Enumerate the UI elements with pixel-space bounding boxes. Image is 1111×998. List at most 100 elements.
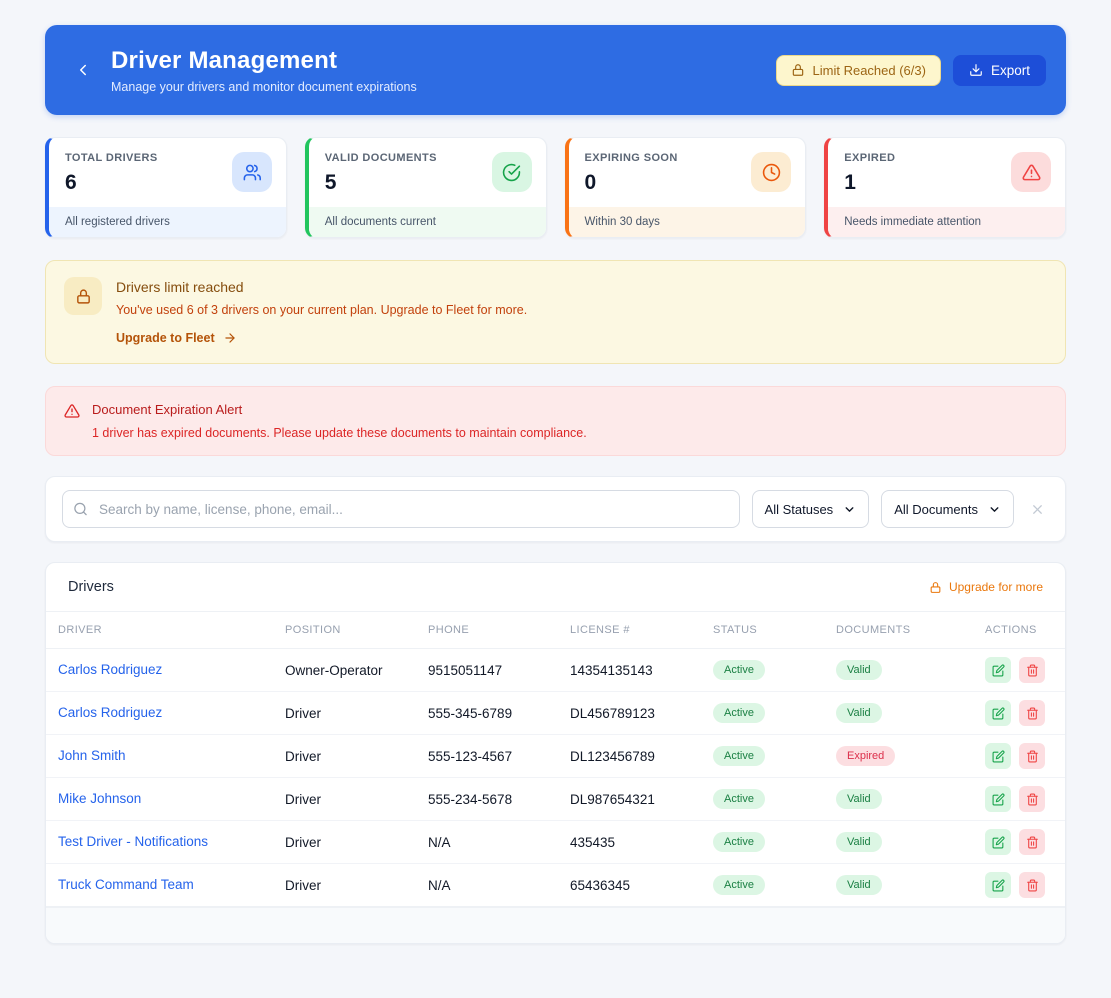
table-card-header: Drivers Upgrade for more — [46, 563, 1065, 612]
limit-reached-chip[interactable]: Limit Reached (6/3) — [776, 55, 941, 86]
chevron-down-icon — [843, 503, 856, 516]
driver-name-link[interactable]: Test Driver - Notifications — [58, 834, 208, 849]
driver-name-link[interactable]: Carlos Rodriguez — [58, 705, 162, 720]
actions-cell — [985, 657, 1053, 683]
search-input[interactable] — [62, 490, 740, 528]
trash-icon — [1026, 793, 1039, 806]
stat-label: EXPIRED — [844, 152, 895, 164]
edit-driver-button[interactable] — [985, 786, 1011, 812]
alert-title: Drivers limit reached — [116, 277, 527, 295]
table-rows: Carlos Rodriguez Owner-Operator 95150511… — [46, 649, 1065, 907]
edit-icon — [992, 664, 1005, 677]
status-badge: Active — [713, 832, 765, 852]
documents-badge: Valid — [836, 660, 882, 680]
license-cell: 14354135143 — [570, 663, 713, 678]
license-cell: DL987654321 — [570, 792, 713, 807]
upgrade-link-label: Upgrade to Fleet — [116, 331, 215, 345]
upgrade-to-fleet-link[interactable]: Upgrade to Fleet — [116, 331, 237, 345]
clear-filters-button[interactable] — [1026, 498, 1049, 521]
position-cell: Driver — [285, 749, 428, 764]
edit-driver-button[interactable] — [985, 872, 1011, 898]
status-badge: Active — [713, 703, 765, 723]
trash-icon — [1026, 879, 1039, 892]
lock-icon — [791, 63, 805, 77]
document-expiration-alert: Document Expiration Alert 1 driver has e… — [45, 386, 1066, 456]
stat-value: 1 — [844, 171, 895, 195]
drivers-limit-alert: Drivers limit reached You've used 6 of 3… — [45, 260, 1066, 364]
phone-cell: 9515051147 — [428, 663, 570, 678]
driver-name-link[interactable]: Truck Command Team — [58, 877, 194, 892]
page-subtitle: Manage your drivers and monitor document… — [111, 80, 776, 94]
driver-management-page: Driver Management Manage your drivers an… — [0, 0, 1111, 998]
driver-name-link[interactable]: Carlos Rodriguez — [58, 662, 162, 677]
position-cell: Driver — [285, 792, 428, 807]
stat-footer: All registered drivers — [49, 207, 286, 237]
alert-triangle-icon — [1011, 152, 1051, 192]
actions-cell — [985, 743, 1053, 769]
table-title: Drivers — [68, 579, 114, 595]
back-button[interactable] — [69, 56, 97, 84]
export-button[interactable]: Export — [953, 55, 1046, 86]
delete-driver-button[interactable] — [1019, 829, 1045, 855]
upgrade-for-more-label: Upgrade for more — [949, 580, 1043, 594]
driver-name-link[interactable]: John Smith — [58, 748, 126, 763]
column-header-driver: DRIVER — [58, 624, 285, 636]
search-icon — [73, 502, 88, 517]
document-filter-value: All Documents — [894, 502, 978, 517]
delete-driver-button[interactable] — [1019, 743, 1045, 769]
document-filter-select[interactable]: All Documents — [881, 490, 1014, 528]
limit-reached-label: Limit Reached (6/3) — [813, 63, 926, 78]
edit-icon — [992, 707, 1005, 720]
edit-icon — [992, 750, 1005, 763]
delete-driver-button[interactable] — [1019, 872, 1045, 898]
lock-icon — [64, 277, 102, 315]
alert-title: Document Expiration Alert — [92, 402, 587, 417]
driver-name-link[interactable]: Mike Johnson — [58, 791, 141, 806]
header-titles: Driver Management Manage your drivers an… — [111, 47, 776, 94]
arrow-right-icon — [223, 331, 237, 345]
actions-cell — [985, 786, 1053, 812]
page-header: Driver Management Manage your drivers an… — [45, 25, 1066, 115]
table-column-headers: DRIVER POSITION PHONE LICENSE # STATUS D… — [46, 612, 1065, 649]
check-circle-icon — [492, 152, 532, 192]
trash-icon — [1026, 750, 1039, 763]
delete-driver-button[interactable] — [1019, 786, 1045, 812]
chevron-down-icon — [988, 503, 1001, 516]
stat-card-body: TOTAL DRIVERS 6 — [49, 138, 286, 207]
status-filter-value: All Statuses — [765, 502, 834, 517]
documents-badge: Valid — [836, 832, 882, 852]
edit-driver-button[interactable] — [985, 700, 1011, 726]
stat-card-expired: EXPIRED 1 Needs immediate attention — [824, 137, 1066, 238]
column-header-documents: DOCUMENTS — [836, 624, 985, 636]
header-actions: Limit Reached (6/3) Export — [776, 55, 1046, 86]
edit-driver-button[interactable] — [985, 743, 1011, 769]
license-cell: 435435 — [570, 835, 713, 850]
stat-card-body: EXPIRED 1 — [828, 138, 1065, 207]
position-cell: Driver — [285, 878, 428, 893]
actions-cell — [985, 700, 1053, 726]
table-row: Test Driver - Notifications Driver N/A 4… — [46, 821, 1065, 864]
filter-bar: All Statuses All Documents — [45, 476, 1066, 542]
page-title: Driver Management — [111, 47, 776, 75]
stat-footer: Within 30 days — [569, 207, 806, 237]
trash-icon — [1026, 664, 1039, 677]
alert-body: 1 driver has expired documents. Please u… — [92, 426, 587, 440]
status-filter-select[interactable]: All Statuses — [752, 490, 870, 528]
trash-icon — [1026, 707, 1039, 720]
status-badge: Active — [713, 746, 765, 766]
phone-cell: N/A — [428, 878, 570, 893]
edit-driver-button[interactable] — [985, 829, 1011, 855]
column-header-phone: PHONE — [428, 624, 570, 636]
delete-driver-button[interactable] — [1019, 657, 1045, 683]
position-cell: Owner-Operator — [285, 663, 428, 678]
documents-badge: Valid — [836, 789, 882, 809]
stat-label: VALID DOCUMENTS — [325, 152, 437, 164]
drivers-table-card: Drivers Upgrade for more DRIVER POSITION… — [45, 562, 1066, 944]
upgrade-for-more-link[interactable]: Upgrade for more — [929, 580, 1043, 594]
delete-driver-button[interactable] — [1019, 700, 1045, 726]
edit-driver-button[interactable] — [985, 657, 1011, 683]
stat-card-body: EXPIRING SOON 0 — [569, 138, 806, 207]
stat-value: 6 — [65, 171, 158, 195]
stat-label: TOTAL DRIVERS — [65, 152, 158, 164]
table-row: Mike Johnson Driver 555-234-5678 DL98765… — [46, 778, 1065, 821]
